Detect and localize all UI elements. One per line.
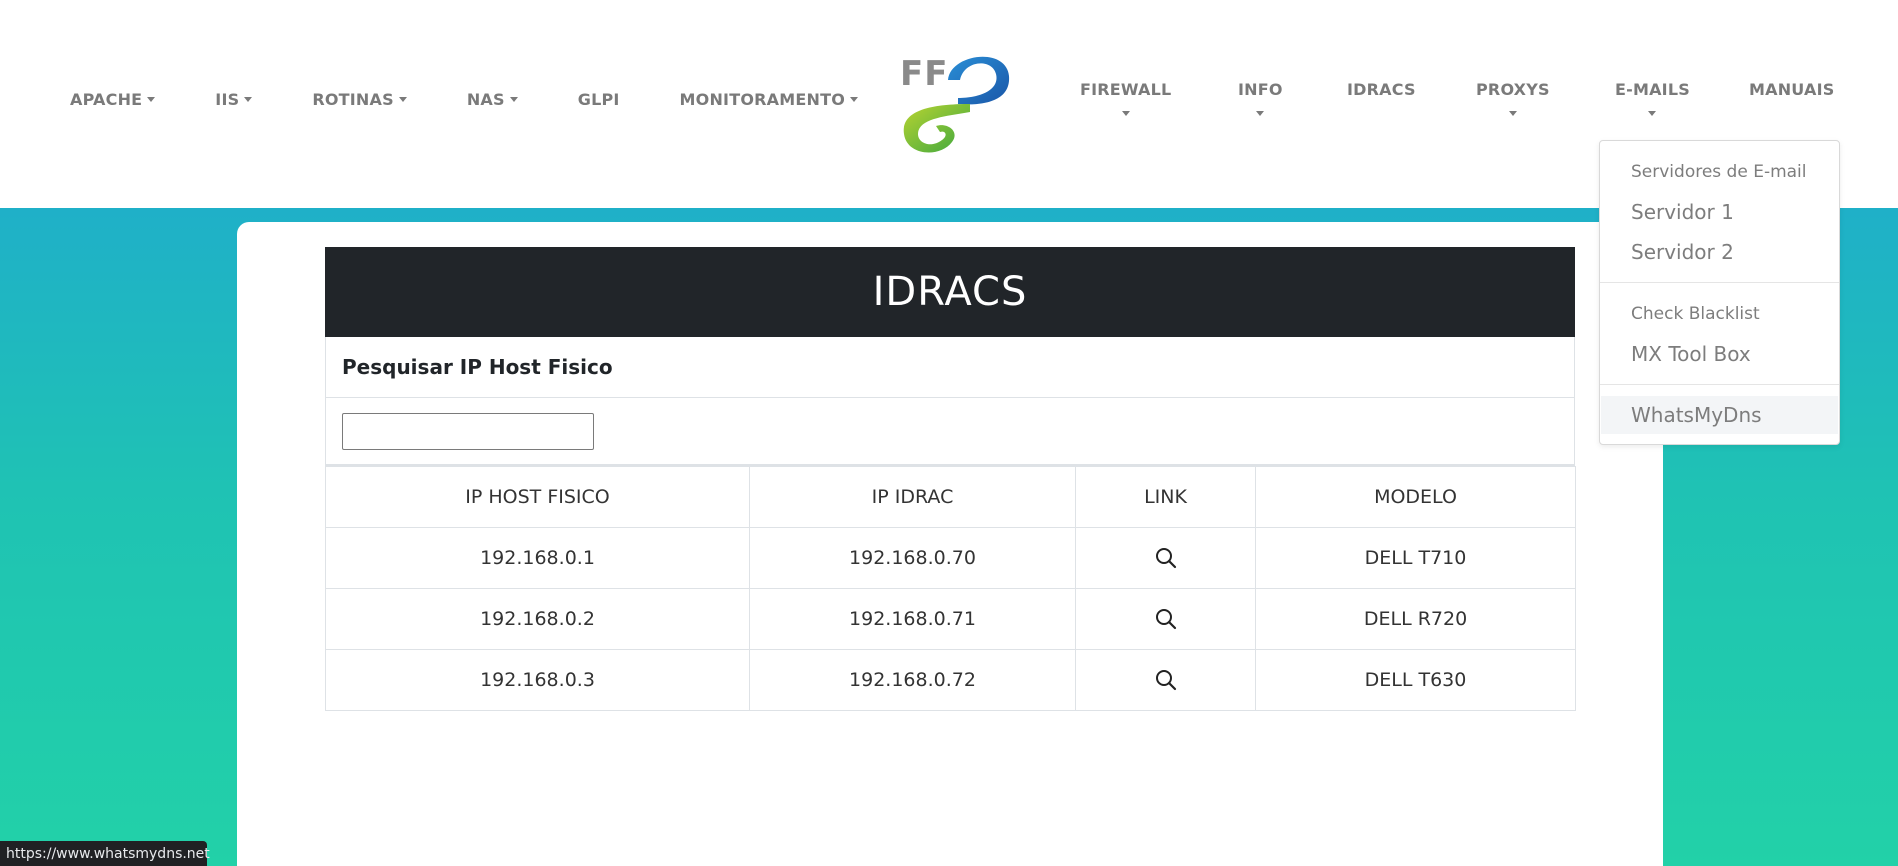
search-input-row <box>325 398 1575 466</box>
nav-firewall[interactable]: FIREWALL <box>1080 80 1171 116</box>
dropdown-item-servidor-1[interactable]: Servidor 1 <box>1631 200 1734 224</box>
caret-down-icon <box>147 97 156 102</box>
nav-manuais[interactable]: MANUAIS <box>1749 80 1834 99</box>
browser-status-url: https://www.whatsmydns.net <box>0 841 210 866</box>
caret-down-icon <box>1648 111 1657 116</box>
column-header-ip-idrac: IP IDRAC <box>749 466 1076 528</box>
table-row: 192.168.0.1 192.168.0.70 DELL T710 <box>325 527 1576 589</box>
caret-down-icon <box>509 97 518 102</box>
caret-down-icon <box>398 97 407 102</box>
column-header-ip-host: IP HOST FISICO <box>325 466 750 528</box>
nav-glpi-label: GLPI <box>577 90 620 109</box>
nav-nas-label: NAS <box>466 90 505 109</box>
nav-info-label: INFO <box>1238 80 1283 99</box>
cell-modelo: DELL T630 <box>1255 649 1576 711</box>
dropdown-item-servidor-2[interactable]: Servidor 2 <box>1631 240 1734 264</box>
search-icon[interactable] <box>1155 608 1177 630</box>
column-header-link: LINK <box>1075 466 1256 528</box>
nav-rotinas-label: ROTINAS <box>312 90 394 109</box>
cell-link <box>1075 527 1256 589</box>
cell-link <box>1075 588 1256 650</box>
cell-link <box>1075 649 1256 711</box>
cell-ip-idrac: 192.168.0.72 <box>749 649 1076 711</box>
caret-down-icon <box>1508 111 1517 116</box>
nav-apache[interactable]: APACHE <box>70 90 156 109</box>
idracs-table-wrap: IDRACS Pesquisar IP Host Fisico IP HOST … <box>325 247 1576 711</box>
nav-info[interactable]: INFO <box>1238 80 1283 116</box>
search-label: Pesquisar IP Host Fisico <box>325 337 1575 398</box>
dropdown-header-check-blacklist: Check Blacklist <box>1631 304 1760 324</box>
content-card: IDRACS Pesquisar IP Host Fisico IP HOST … <box>237 222 1663 866</box>
page-title: IDRACS <box>325 247 1575 337</box>
nav-firewall-label: FIREWALL <box>1080 80 1172 99</box>
cell-ip-host: 192.168.0.3 <box>325 649 750 711</box>
nav-idracs[interactable]: IDRACS <box>1347 80 1416 99</box>
cell-modelo: DELL R720 <box>1255 588 1576 650</box>
emails-dropdown-menu: Servidores de E-mail Servidor 1 Servidor… <box>1599 140 1840 445</box>
cell-ip-idrac: 192.168.0.70 <box>749 527 1076 589</box>
nav-monitoramento[interactable]: MONITORAMENTO <box>680 90 858 109</box>
brand-logo[interactable]: FF <box>888 46 1014 160</box>
nav-emails[interactable]: E-MAILS <box>1615 80 1690 116</box>
search-icon[interactable] <box>1155 669 1177 691</box>
caret-down-icon <box>244 97 253 102</box>
nav-manuais-label: MANUAIS <box>1749 80 1835 99</box>
caret-down-icon <box>850 97 858 102</box>
idracs-table: IP HOST FISICO IP IDRAC LINK MODELO 192.… <box>325 466 1576 711</box>
dropdown-header-servidores: Servidores de E-mail <box>1631 162 1807 182</box>
nav-proxys-label: PROXYS <box>1476 80 1550 99</box>
dropdown-divider <box>1600 384 1839 385</box>
caret-down-icon <box>1121 111 1130 116</box>
cell-ip-host: 192.168.0.2 <box>325 588 750 650</box>
table-row: 192.168.0.3 192.168.0.72 DELL T630 <box>325 649 1576 711</box>
nav-rotinas[interactable]: ROTINAS <box>312 90 407 109</box>
column-header-modelo: MODELO <box>1255 466 1576 528</box>
logo-text: FF <box>900 54 949 94</box>
table-header-row: IP HOST FISICO IP IDRAC LINK MODELO <box>325 466 1576 528</box>
nav-monitoramento-label: MONITORAMENTO <box>679 90 845 109</box>
cell-ip-host: 192.168.0.1 <box>325 527 750 589</box>
nav-glpi[interactable]: GLPI <box>578 90 620 109</box>
nav-proxys[interactable]: PROXYS <box>1476 80 1550 116</box>
cell-modelo: DELL T710 <box>1255 527 1576 589</box>
cell-ip-idrac: 192.168.0.71 <box>749 588 1076 650</box>
search-input[interactable] <box>342 412 594 450</box>
nav-apache-label: APACHE <box>70 90 143 109</box>
table-row: 192.168.0.2 192.168.0.71 DELL R720 <box>325 588 1576 650</box>
caret-down-icon <box>1256 111 1265 116</box>
nav-left-group: APACHE IIS ROTINAS NAS GLPI MONITORAMENT… <box>70 90 858 109</box>
nav-idracs-label: IDRACS <box>1347 80 1416 99</box>
nav-iis[interactable]: IIS <box>215 90 253 109</box>
dropdown-item-whatsmydns[interactable]: WhatsMyDns <box>1631 403 1762 427</box>
nav-emails-label: E-MAILS <box>1615 80 1690 99</box>
nav-nas[interactable]: NAS <box>467 90 518 109</box>
nav-iis-label: IIS <box>215 90 240 109</box>
dropdown-item-mx-tool-box[interactable]: MX Tool Box <box>1631 342 1751 366</box>
search-icon[interactable] <box>1155 547 1177 569</box>
dropdown-divider <box>1600 282 1839 283</box>
